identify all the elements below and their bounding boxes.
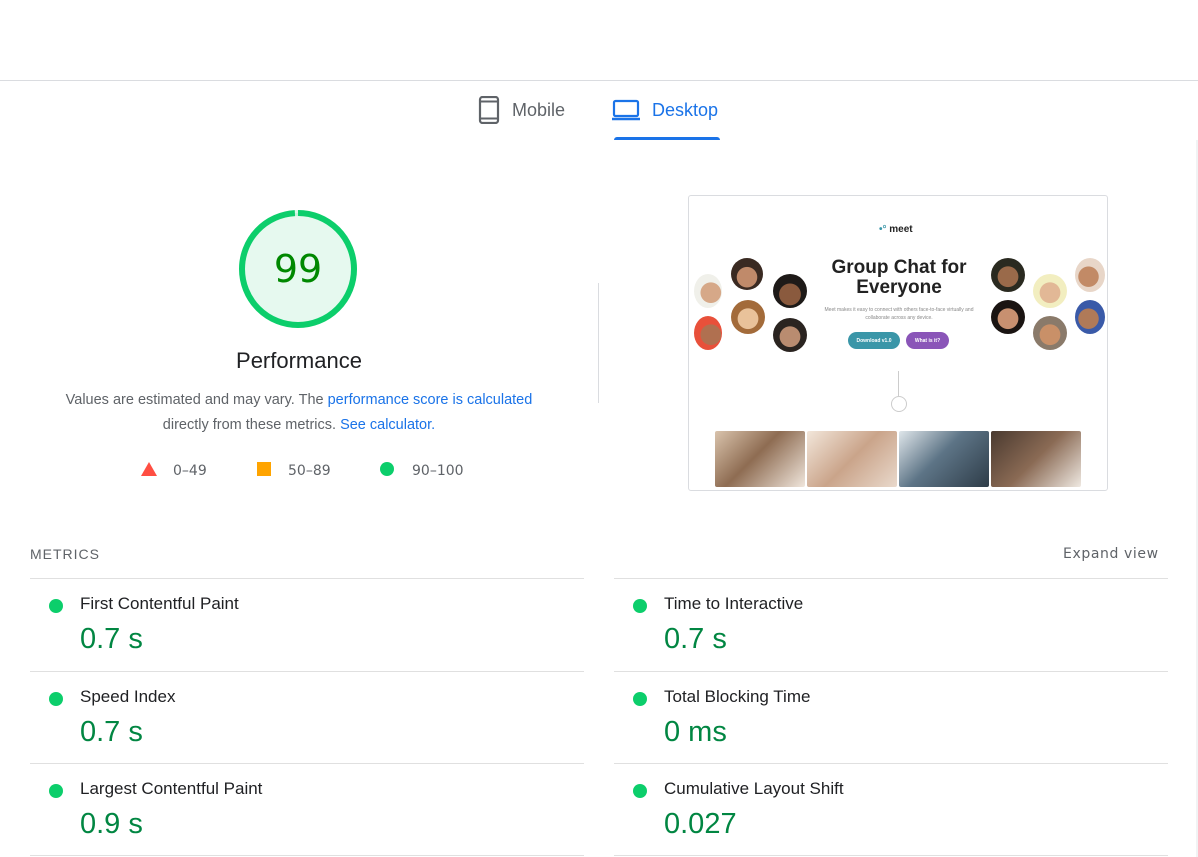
preview-avatar	[773, 274, 807, 308]
smartphone-icon	[478, 96, 500, 124]
desc-text-1: Values are estimated and may vary. The	[65, 392, 328, 408]
preview-avatar	[694, 316, 722, 350]
preview-scroll-indicator	[891, 396, 907, 412]
preview-photo	[807, 431, 897, 487]
desc-text-2: directly from these metrics.	[162, 417, 341, 433]
preview-photo	[991, 431, 1081, 487]
laptop-icon	[612, 98, 640, 122]
preview-headline: Group Chat for Everyone	[831, 257, 967, 298]
preview-logo: •° meet	[879, 224, 913, 235]
pass-circle-icon	[633, 784, 647, 798]
legend-average-label: 50–89	[288, 463, 331, 479]
metric-name: First Contentful Paint	[80, 594, 239, 613]
performance-gauge: 99	[237, 208, 359, 330]
legend-fail-label: 0–49	[173, 463, 207, 479]
metric-value: 0.7 s	[80, 716, 143, 748]
pass-circle-icon	[49, 599, 63, 613]
preview-avatar	[1075, 258, 1105, 292]
metric-name: Total Blocking Time	[664, 687, 811, 706]
circle-icon	[380, 462, 396, 480]
metric-name: Largest Contentful Paint	[80, 779, 263, 798]
preview-photo	[715, 431, 805, 487]
metric-name: Time to Interactive	[664, 594, 804, 613]
preview-scroll-line	[898, 371, 899, 396]
tab-desktop-label: Desktop	[652, 99, 719, 120]
performance-title: Performance	[236, 348, 362, 373]
tab-desktop[interactable]: Desktop	[612, 81, 718, 139]
device-tabs: Mobile Desktop	[0, 81, 1198, 141]
preview-avatar	[731, 300, 765, 334]
preview-whatis-button: What is it?	[906, 332, 949, 349]
preview-avatar	[1033, 316, 1067, 350]
metric-cumulative-layout-shift: Cumulative Layout Shift 0.027	[614, 763, 1168, 856]
metric-value: 0.027	[664, 808, 737, 840]
tab-mobile[interactable]: Mobile	[478, 81, 565, 139]
triangle-icon	[141, 462, 157, 480]
pass-circle-icon	[633, 692, 647, 706]
pass-circle-icon	[49, 692, 63, 706]
preview-logo-mark: •°	[879, 224, 887, 235]
preview-avatar	[694, 274, 722, 308]
tab-mobile-label: Mobile	[512, 99, 566, 120]
metric-name: Cumulative Layout Shift	[664, 779, 844, 798]
see-calculator-link[interactable]: See calculator.	[340, 417, 435, 433]
top-bar	[0, 0, 1198, 81]
preview-avatar	[731, 258, 763, 290]
preview-avatar	[991, 258, 1025, 292]
pass-circle-icon	[49, 784, 63, 798]
metric-value: 0.9 s	[80, 808, 143, 840]
section-divider	[598, 283, 599, 403]
metric-speed-index: Speed Index 0.7 s	[30, 671, 584, 764]
legend-pass-label: 90–100	[412, 463, 464, 479]
metric-first-contentful-paint: First Contentful Paint 0.7 s	[30, 578, 584, 671]
metrics-heading: METRICS	[30, 546, 100, 562]
performance-score-link[interactable]: performance score is calculated	[328, 392, 533, 408]
metric-largest-contentful-paint: Largest Contentful Paint 0.9 s	[30, 763, 584, 856]
preview-avatar	[1075, 300, 1105, 334]
metric-value: 0.7 s	[664, 623, 727, 655]
performance-description: Values are estimated and may vary. The p…	[40, 388, 558, 438]
metric-divider	[614, 855, 1168, 856]
metric-divider	[30, 855, 584, 856]
performance-score: 99	[273, 247, 323, 291]
legend-average: 50–89	[256, 461, 331, 481]
preview-photo	[899, 431, 989, 487]
legend-fail: 0–49	[141, 461, 207, 481]
metric-value: 0.7 s	[80, 623, 143, 655]
square-icon	[256, 462, 272, 480]
metric-total-blocking-time: Total Blocking Time 0 ms	[614, 671, 1168, 764]
pass-circle-icon	[633, 599, 647, 613]
expand-view-button[interactable]: Expand view	[1063, 546, 1159, 562]
preview-avatar	[773, 318, 807, 352]
metric-name: Speed Index	[80, 687, 176, 706]
metric-value: 0 ms	[664, 716, 727, 748]
preview-download-button: Download v1.0	[848, 332, 900, 349]
preview-avatar	[991, 300, 1025, 334]
preview-avatar	[1033, 274, 1067, 308]
active-tab-indicator	[614, 137, 720, 140]
legend-pass: 90–100	[380, 461, 464, 481]
page-screenshot-preview: •° meet Group Chat for Everyone Meet mak…	[688, 195, 1108, 491]
metric-time-to-interactive: Time to Interactive 0.7 s	[614, 578, 1168, 671]
preview-subtext: Meet makes it easy to connect with other…	[824, 307, 974, 321]
